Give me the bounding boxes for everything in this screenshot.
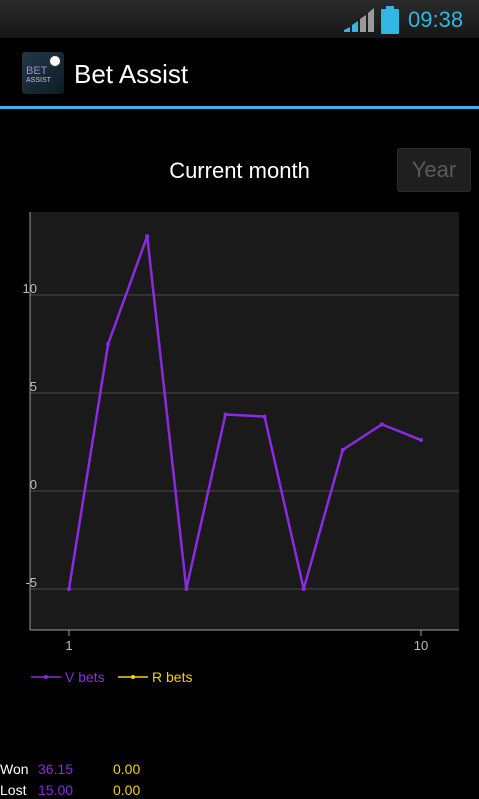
battery-icon [381,6,399,34]
y-tick-label: 0 [30,477,37,492]
won-r-value: 0.00 [113,761,141,777]
data-point [301,587,306,591]
app-icon-logo-text: BET [26,65,48,77]
legend-label: R bets [152,669,192,685]
data-point [145,234,150,239]
legend-swatch-marker [44,675,48,679]
data-point [106,342,111,346]
line-chart: -5 0 5 10 1 10 V bets R bets [23,212,459,685]
data-point [419,438,423,443]
soccer-ball-icon [49,55,61,67]
lost-label: Lost [0,782,27,798]
status-bar: 09:38 [0,0,479,38]
lost-r-value: 0.00 [113,782,141,798]
action-bar: BET ASSIST Bet Assist [0,38,479,109]
lost-v-value: 15.00 [38,782,74,798]
signal-icon [344,8,374,32]
y-tick-label: -5 [25,575,37,590]
won-v-value: 36.15 [38,761,74,777]
y-tick-label: 5 [30,379,37,394]
data-point [262,414,267,419]
legend-swatch-marker [131,675,135,679]
data-point [184,587,189,591]
x-tick-label: 10 [414,638,428,653]
app-title: Bet Assist [74,59,189,89]
x-tick-label: 1 [65,638,72,653]
won-label: Won [0,761,29,777]
data-point [67,587,71,591]
status-clock: 09:38 [408,7,464,32]
year-button[interactable]: Year [397,148,471,192]
data-point [340,447,345,452]
data-point [223,412,228,417]
app-icon-logo-subtext: ASSIST [26,77,51,84]
y-tick-label: 10 [23,281,37,296]
app-icon[interactable]: BET ASSIST [22,52,64,94]
legend-label: V bets [65,669,105,685]
data-point [379,422,384,427]
plot-area [30,212,459,630]
